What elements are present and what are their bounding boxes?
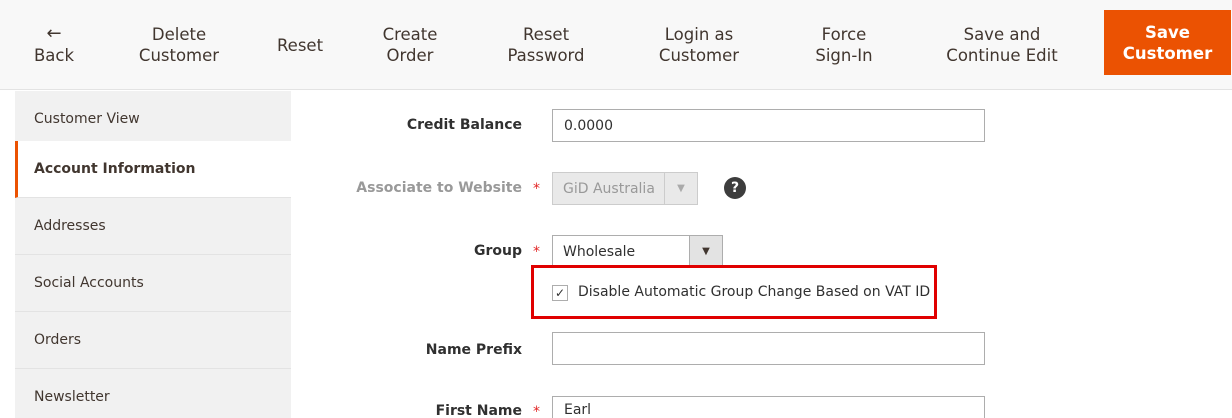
help-icon[interactable]: ?	[724, 177, 746, 199]
name-prefix-input[interactable]	[552, 332, 985, 365]
chevron-down-icon: ▼	[664, 173, 697, 204]
sidebar-item-label: Account Information	[34, 161, 196, 177]
save-and-continue-button[interactable]: Save and Continue Edit	[932, 0, 1072, 90]
save-label-line1: Save	[1145, 22, 1190, 42]
associate-website-value: GiD Australia	[563, 180, 655, 197]
credit-balance-input[interactable]: 0.0000	[552, 109, 985, 142]
reset-button[interactable]: Reset	[264, 0, 336, 90]
force-label-line1: Force	[821, 25, 867, 44]
first-name-input[interactable]: Earl	[552, 396, 985, 418]
back-button[interactable]: ← Back	[14, 0, 94, 90]
force-sign-in-button[interactable]: Force Sign-In	[798, 0, 890, 90]
sidebar-item-label: Newsletter	[34, 389, 110, 405]
save-continue-line1: Save and	[963, 25, 1041, 44]
reset-password-button[interactable]: Reset Password	[494, 0, 598, 90]
associate-website-select: GiD Australia ▼	[552, 172, 698, 205]
disable-vat-group-change-checkbox[interactable]: ✓	[552, 285, 568, 301]
required-marker: *	[533, 181, 540, 197]
delete-label-line2: Customer	[138, 46, 220, 65]
reset-password-line1: Reset	[522, 25, 570, 44]
sidebar-item-social-accounts[interactable]: Social Accounts	[15, 255, 291, 312]
associate-website-label: Associate to Website	[356, 180, 522, 196]
name-prefix-label: Name Prefix	[425, 342, 522, 358]
sidebar-item-label: Orders	[34, 332, 82, 348]
sidebar-item-label: Social Accounts	[34, 275, 144, 291]
back-arrow-icon: ←	[46, 22, 62, 44]
delete-label-line1: Delete	[151, 25, 207, 44]
sidebar-item-customer-view[interactable]: Customer View	[15, 91, 291, 148]
checkmark-icon: ✓	[554, 286, 566, 300]
save-continue-line2: Continue Edit	[946, 46, 1058, 65]
login-as-customer-button[interactable]: Login as Customer	[644, 0, 754, 90]
required-marker: *	[533, 404, 540, 418]
save-customer-button[interactable]: Save Customer	[1104, 10, 1231, 75]
sidebar-item-addresses[interactable]: Addresses	[15, 198, 291, 255]
group-value: Wholesale	[563, 243, 636, 260]
reset-password-line2: Password	[507, 46, 585, 65]
sidebar-item-label: Customer View	[34, 111, 140, 127]
required-marker: *	[533, 244, 540, 260]
sidebar-item-orders[interactable]: Orders	[15, 312, 291, 369]
login-label-line2: Customer	[658, 46, 740, 65]
save-label-line2: Customer	[1122, 43, 1213, 63]
delete-customer-button[interactable]: Delete Customer	[124, 0, 234, 90]
first-name-value: Earl	[564, 402, 592, 418]
force-label-line2: Sign-In	[815, 46, 873, 65]
first-name-label: First Name	[435, 403, 522, 418]
page-actions-toolbar: ← Back Delete Customer Reset Create Orde…	[0, 0, 1232, 90]
credit-balance-label: Credit Balance	[406, 117, 522, 133]
disable-vat-group-change-label[interactable]: Disable Automatic Group Change Based on …	[578, 284, 930, 300]
customer-tabs-sidebar: Customer View Account Information Addres…	[15, 91, 291, 418]
credit-balance-value: 0.0000	[564, 117, 613, 134]
chevron-down-icon[interactable]: ▼	[689, 236, 722, 267]
create-label-line1: Create	[382, 25, 438, 44]
back-label: Back	[33, 45, 75, 65]
create-order-button[interactable]: Create Order	[365, 0, 455, 90]
sidebar-item-label: Addresses	[34, 218, 106, 234]
login-label-line1: Login as	[664, 25, 734, 44]
sidebar-item-account-information[interactable]: Account Information	[15, 141, 291, 198]
group-select[interactable]: Wholesale ▼	[552, 235, 723, 268]
reset-label: Reset	[276, 35, 324, 55]
sidebar-item-newsletter[interactable]: Newsletter	[15, 369, 291, 418]
create-label-line2: Order	[386, 46, 434, 65]
group-label: Group	[473, 243, 522, 259]
